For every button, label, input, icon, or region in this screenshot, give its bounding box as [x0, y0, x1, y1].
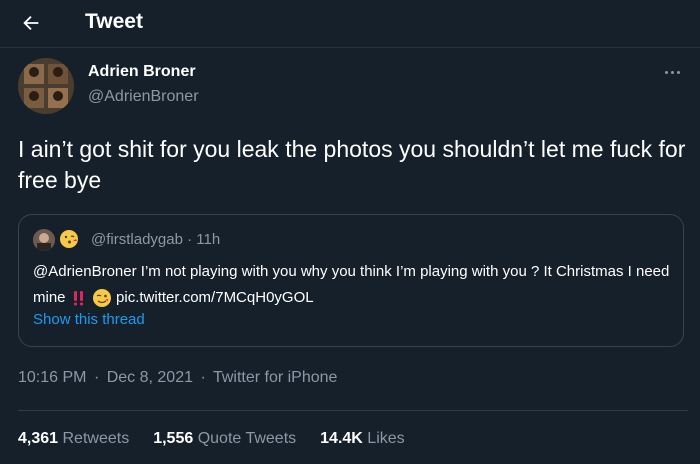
tweet-time[interactable]: 10:16 PM [18, 369, 86, 386]
page-title: Tweet [85, 10, 143, 33]
back-arrow-icon [23, 15, 39, 31]
separator: · [93, 369, 100, 386]
quote-text: @AdrienBroner I’m not playing with you w… [33, 259, 673, 311]
more-icon-dot [670, 70, 674, 74]
show-thread-link[interactable]: Show this thread [33, 311, 145, 328]
tweet-meta: 10:16 PM · Dec 8, 2021 · Twitter for iPh… [18, 369, 340, 387]
back-button[interactable] [14, 8, 48, 38]
separator: · [187, 231, 193, 248]
quote-avatar [33, 229, 55, 251]
more-button[interactable] [658, 62, 686, 82]
likes-stat[interactable]: 14.4K Likes [320, 430, 405, 448]
likes-count: 14.4K [320, 430, 363, 447]
winking-face-emoji [92, 289, 111, 308]
quotes-label: Quote Tweets [197, 430, 297, 447]
quotes-count: 1,556 [153, 430, 194, 447]
kissing-face-emoji [60, 230, 78, 248]
likes-label: Likes [367, 430, 405, 447]
media-link[interactable]: pic.twitter.com/7MCqH0yGOL [116, 289, 314, 306]
more-icon [664, 70, 668, 74]
separator: · [200, 369, 206, 386]
tweet-date[interactable]: Dec 8, 2021 [107, 369, 193, 386]
double-exclamation-emoji [73, 291, 83, 306]
engagement-stats: 4,361 Retweets 1,556 Quote Tweets 14.4K … [18, 430, 405, 448]
user-handle[interactable]: @AdrienBroner [88, 88, 199, 106]
tweet-text: I ain’t got shit for you leak the photos… [18, 136, 686, 193]
retweets-label: Retweets [62, 430, 130, 447]
avatar-image [18, 58, 74, 114]
quote-handle[interactable]: @firstladygab [91, 231, 183, 248]
quoted-tweet[interactable]: @firstladygab · 11h @AdrienBroner I’m no… [18, 214, 684, 347]
retweets-stat[interactable]: 4,361 Retweets [18, 430, 129, 448]
quote-meta: @firstladygab · 11h [91, 231, 220, 248]
tweet-source[interactable]: Twitter for iPhone [213, 369, 338, 386]
retweets-count: 4,361 [18, 430, 59, 447]
top-bar: Tweet [0, 0, 700, 48]
more-icon-dot [676, 70, 680, 74]
quote-tweets-stat[interactable]: 1,556 Quote Tweets [153, 430, 296, 448]
divider [18, 410, 688, 411]
display-name[interactable]: Adrien Broner [88, 63, 196, 81]
avatar[interactable] [18, 58, 74, 114]
quote-time: 11h [196, 231, 221, 248]
